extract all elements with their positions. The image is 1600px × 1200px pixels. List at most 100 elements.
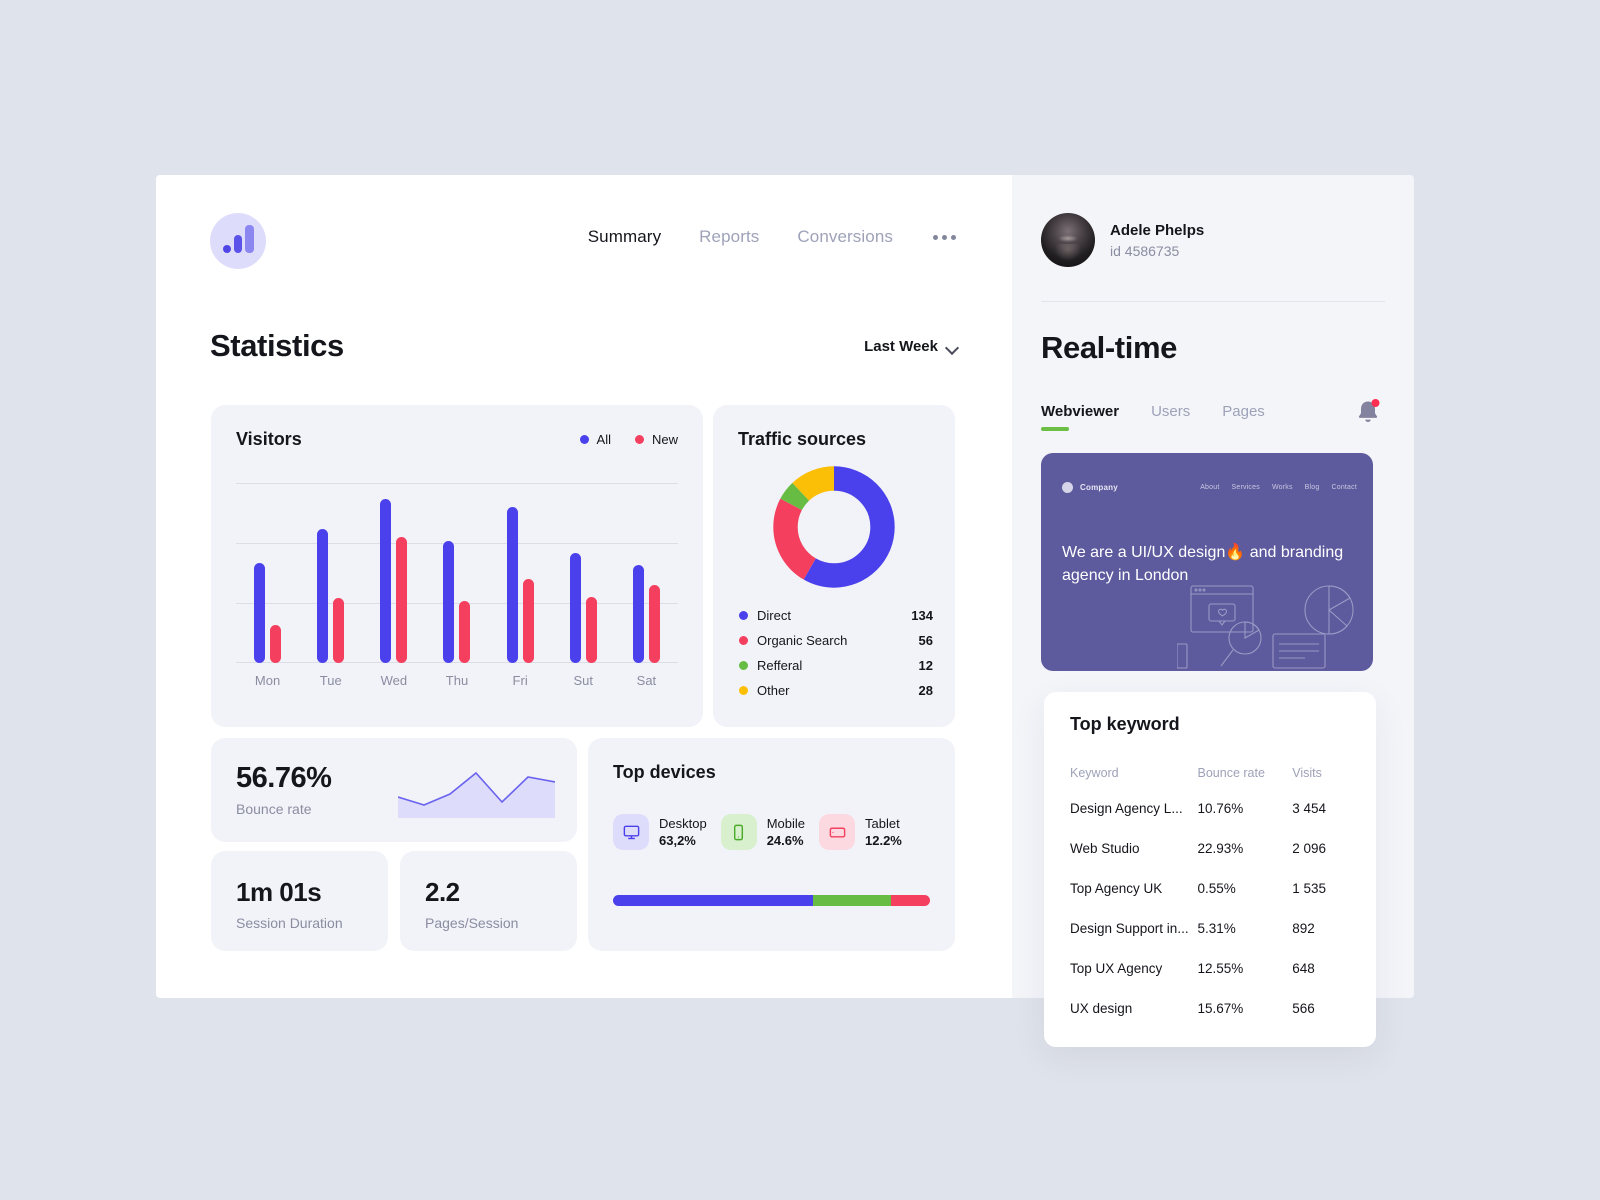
pages-per-session-label: Pages/Session <box>425 915 519 931</box>
bar-all <box>254 563 266 663</box>
table-row[interactable]: UX design 15.67% 566 <box>1070 988 1356 1028</box>
traffic-source-value: 12 <box>918 658 933 673</box>
logo-bar-2 <box>233 235 242 253</box>
column-bounce-rate: Bounce rate <box>1197 766 1265 780</box>
preview-nav-blog: Blog <box>1304 484 1320 491</box>
user-id: id 4586735 <box>1110 242 1180 259</box>
traffic-source-label: Other <box>757 683 790 698</box>
cell-visits: 648 <box>1292 960 1315 976</box>
tab-webviewer[interactable]: Webviewer <box>1041 403 1119 431</box>
legend-label-all: All <box>596 432 611 447</box>
table-row[interactable]: Web Studio 22.93% 2 096 <box>1070 828 1356 868</box>
visitors-plot <box>236 483 678 663</box>
keyword-title: Top keyword <box>1070 714 1180 734</box>
logo-bar-3 <box>244 225 254 253</box>
bar-group <box>236 483 299 663</box>
more-options-icon[interactable] <box>931 231 958 244</box>
bar-group <box>299 483 362 663</box>
x-axis-label: Thu <box>445 673 469 688</box>
traffic-source-label: Organic Search <box>757 633 848 648</box>
screen: Summary Reports Conversions Statistics L… <box>0 0 1600 1200</box>
table-row[interactable]: Top Agency UK 0.55% 1 535 <box>1070 868 1356 908</box>
traffic-source-row: Direct 134 <box>739 603 933 628</box>
cell-visits: 566 <box>1292 1000 1315 1016</box>
bar-new <box>585 597 597 663</box>
bar-all <box>506 507 518 663</box>
nav-item-conversions[interactable]: Conversions <box>797 227 893 247</box>
devices-share-bar <box>613 895 930 906</box>
preview-site-header: Company About Services Works Blog Contac… <box>1062 482 1357 493</box>
traffic-source-value: 134 <box>911 608 933 623</box>
visitors-header: Visitors All New <box>236 429 678 450</box>
devices-list: Desktop 63,2% Mobile 24.6% Tablet 12.2% <box>613 814 935 850</box>
bar-all <box>632 565 644 663</box>
session-duration-label: Session Duration <box>236 915 343 931</box>
nav-item-summary[interactable]: Summary <box>588 227 661 247</box>
traffic-source-row: Organic Search 56 <box>739 628 933 653</box>
avatar <box>1041 213 1095 267</box>
table-row[interactable]: Design Support in... 5.31% 892 <box>1070 908 1356 948</box>
x-axis-label: Sut <box>573 673 594 688</box>
bar-all <box>443 541 455 663</box>
tab-users[interactable]: Users <box>1151 403 1190 431</box>
table-row[interactable]: Top UX Agency 12.55% 648 <box>1070 948 1356 988</box>
statistics-header: Statistics Last Week <box>210 328 958 364</box>
column-keyword: Keyword <box>1070 766 1119 780</box>
webviewer-preview[interactable]: Company About Services Works Blog Contac… <box>1041 453 1373 671</box>
traffic-source-value: 56 <box>918 633 933 648</box>
cell-bounce-rate: 0.55% <box>1197 880 1236 896</box>
keyword-table: Keyword Bounce rate Visits Design Agency… <box>1070 758 1356 1028</box>
bell-icon[interactable] <box>1355 397 1381 427</box>
tab-pages[interactable]: Pages <box>1222 403 1265 431</box>
preview-nav-services: Services <box>1231 484 1260 491</box>
cell-keyword: Design Agency L... <box>1070 800 1183 816</box>
preview-company-name: Company <box>1080 483 1118 492</box>
device-tablet-text: Tablet 12.2% <box>865 815 902 849</box>
bar-group <box>425 483 488 663</box>
cell-keyword: UX design <box>1070 1000 1133 1016</box>
keyword-table-header: Keyword Bounce rate Visits <box>1070 758 1356 788</box>
traffic-dot <box>739 636 748 645</box>
legend-new: New <box>634 432 678 447</box>
realtime-title: Real-time <box>1041 330 1177 365</box>
legend-label-new: New <box>651 432 678 447</box>
device-name: Tablet <box>865 816 900 831</box>
bar-new <box>648 585 660 663</box>
cell-keyword: Web Studio <box>1070 840 1140 856</box>
period-selector[interactable]: Last Week <box>864 338 958 355</box>
monitor-icon <box>613 814 649 850</box>
traffic-source-value: 28 <box>918 683 933 698</box>
device-value: 12.2% <box>865 833 902 848</box>
cell-visits: 892 <box>1292 920 1315 936</box>
share-segment-desktop <box>613 895 814 906</box>
preview-nav-works: Works <box>1271 484 1293 491</box>
device-value: 24.6% <box>766 833 804 848</box>
user-info: Adele Phelps id 4586735 <box>1110 220 1204 261</box>
cell-bounce-rate: 10.76% <box>1197 800 1244 816</box>
legend-all: All <box>579 432 611 447</box>
traffic-sources-card: Traffic sources Direct 134 Organic Search 5… <box>713 405 955 727</box>
share-segment-tablet <box>891 895 930 906</box>
bounce-rate-label: Bounce rate <box>236 801 312 817</box>
user-profile[interactable]: Adele Phelps id 4586735 <box>1041 213 1204 267</box>
preview-nav: About Services Works Blog Contact <box>1200 484 1357 491</box>
traffic-dot <box>739 686 748 695</box>
table-row[interactable]: Design Agency L... 10.76% 3 454 <box>1070 788 1356 828</box>
devices-title: Top devices <box>613 762 716 782</box>
visitors-card: Visitors All New Mon Tue Wed Thu Fri Sut Sat <box>211 405 703 727</box>
nav-item-reports[interactable]: Reports <box>699 227 759 247</box>
page-title: Statistics <box>210 328 344 363</box>
device-mobile-text: Mobile 24.6% <box>767 815 805 849</box>
bounce-rate-sparkline <box>397 764 556 818</box>
traffic-legend: Direct 134 Organic Search 56 Refferal 12 Other… <box>739 603 933 703</box>
dot <box>933 234 938 240</box>
period-label: Last Week <box>864 337 938 355</box>
preview-brand: Company <box>1062 482 1118 493</box>
phone-icon <box>720 814 757 850</box>
bounce-rate-card: 56.76% Bounce rate <box>211 738 577 842</box>
keyword-table-body: Design Agency L... 10.76% 3 454 Web Studio 2… <box>1070 788 1356 1028</box>
nav-links: Summary Reports Conversions <box>588 227 958 247</box>
traffic-title: Traffic sources <box>738 429 867 449</box>
realtime-tabs: Webviewer Users Pages <box>1041 403 1265 431</box>
bar-all <box>380 499 392 663</box>
